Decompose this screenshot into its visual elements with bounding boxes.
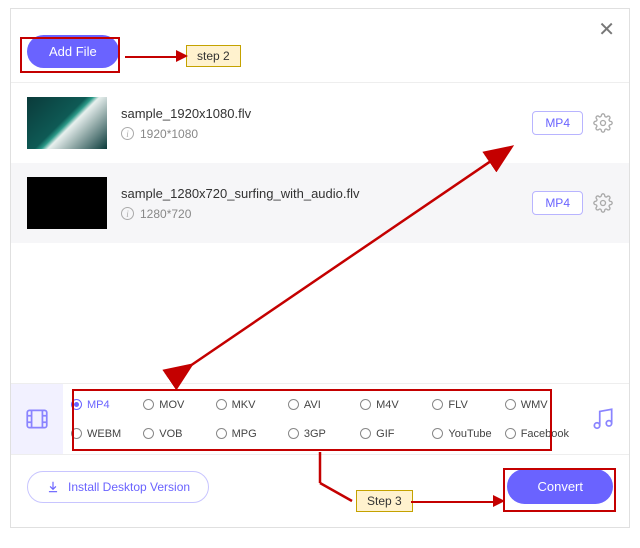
format-label: MP4 xyxy=(87,399,110,411)
file-meta: sample_1280x720_surfing_with_audio.flv i… xyxy=(121,186,518,221)
format-option-mkv[interactable]: MKV xyxy=(212,399,284,411)
format-label: GIF xyxy=(376,428,394,440)
audio-mode-icon[interactable] xyxy=(577,384,629,454)
close-icon[interactable]: ✕ xyxy=(598,17,615,42)
file-actions: MP4 xyxy=(532,111,613,135)
radio-icon xyxy=(505,399,516,410)
format-option-avi[interactable]: AVI xyxy=(284,399,356,411)
format-label: MKV xyxy=(232,399,256,411)
radio-icon xyxy=(432,428,443,439)
format-options: MP4 MOV MKV AVI M4V FLV WMV WEBM VOB MPG 3GP GIF You… xyxy=(63,384,577,454)
format-label: MOV xyxy=(159,399,184,411)
radio-icon xyxy=(360,428,371,439)
file-meta: sample_1920x1080.flv i 1920*1080 xyxy=(121,106,518,141)
app-window: ✕ Add File sample_1920x1080.flv i 1920*1… xyxy=(10,8,630,528)
radio-icon xyxy=(505,428,516,439)
format-label: Facebook xyxy=(521,428,569,440)
gear-icon[interactable] xyxy=(593,193,613,213)
format-option-flv[interactable]: FLV xyxy=(428,399,500,411)
file-actions: MP4 xyxy=(532,191,613,215)
install-label: Install Desktop Version xyxy=(68,480,190,494)
format-label: 3GP xyxy=(304,428,326,440)
format-option-mpg[interactable]: MPG xyxy=(212,428,284,440)
format-label: MPG xyxy=(232,428,257,440)
resolution-text: 1280*720 xyxy=(140,207,191,221)
format-label: FLV xyxy=(448,399,467,411)
format-label: AVI xyxy=(304,399,321,411)
format-label: YouTube xyxy=(448,428,491,440)
footer: Install Desktop Version Convert xyxy=(11,455,629,518)
video-mode-icon[interactable] xyxy=(11,384,63,454)
format-label: VOB xyxy=(159,428,182,440)
file-row: sample_1280x720_surfing_with_audio.flv i… xyxy=(11,163,629,243)
radio-icon xyxy=(216,428,227,439)
file-thumbnail xyxy=(27,97,107,149)
format-option-vob[interactable]: VOB xyxy=(139,428,211,440)
install-desktop-button[interactable]: Install Desktop Version xyxy=(27,471,209,503)
file-name: sample_1280x720_surfing_with_audio.flv xyxy=(121,186,518,201)
radio-icon xyxy=(143,428,154,439)
format-option-wmv[interactable]: WMV xyxy=(501,399,573,411)
format-option-facebook[interactable]: Facebook xyxy=(501,428,573,440)
info-icon: i xyxy=(121,207,134,220)
download-icon xyxy=(46,480,60,494)
file-resolution: i 1280*720 xyxy=(121,207,518,221)
file-row: sample_1920x1080.flv i 1920*1080 MP4 xyxy=(11,83,629,163)
radio-icon xyxy=(71,399,82,410)
format-label: M4V xyxy=(376,399,399,411)
format-panel: MP4 MOV MKV AVI M4V FLV WMV WEBM VOB MPG 3GP GIF You… xyxy=(11,383,629,455)
format-option-mov[interactable]: MOV xyxy=(139,399,211,411)
radio-icon xyxy=(432,399,443,410)
radio-icon xyxy=(288,399,299,410)
radio-icon xyxy=(288,428,299,439)
format-label: WEBM xyxy=(87,428,121,440)
file-name: sample_1920x1080.flv xyxy=(121,106,518,121)
info-icon: i xyxy=(121,127,134,140)
convert-button[interactable]: Convert xyxy=(507,469,613,504)
resolution-text: 1920*1080 xyxy=(140,127,198,141)
toolbar: Add File xyxy=(11,9,629,83)
format-option-3gp[interactable]: 3GP xyxy=(284,428,356,440)
radio-icon xyxy=(143,399,154,410)
format-select-button[interactable]: MP4 xyxy=(532,111,583,135)
radio-icon xyxy=(216,399,227,410)
format-option-youtube[interactable]: YouTube xyxy=(428,428,500,440)
add-file-button[interactable]: Add File xyxy=(27,35,119,68)
format-option-mp4[interactable]: MP4 xyxy=(67,399,139,411)
file-thumbnail xyxy=(27,177,107,229)
file-resolution: i 1920*1080 xyxy=(121,127,518,141)
format-option-m4v[interactable]: M4V xyxy=(356,399,428,411)
format-select-button[interactable]: MP4 xyxy=(532,191,583,215)
radio-icon xyxy=(360,399,371,410)
file-list: sample_1920x1080.flv i 1920*1080 MP4 xyxy=(11,83,629,243)
gear-icon[interactable] xyxy=(593,113,613,133)
format-option-webm[interactable]: WEBM xyxy=(67,428,139,440)
radio-icon xyxy=(71,428,82,439)
format-option-gif[interactable]: GIF xyxy=(356,428,428,440)
format-label: WMV xyxy=(521,399,548,411)
